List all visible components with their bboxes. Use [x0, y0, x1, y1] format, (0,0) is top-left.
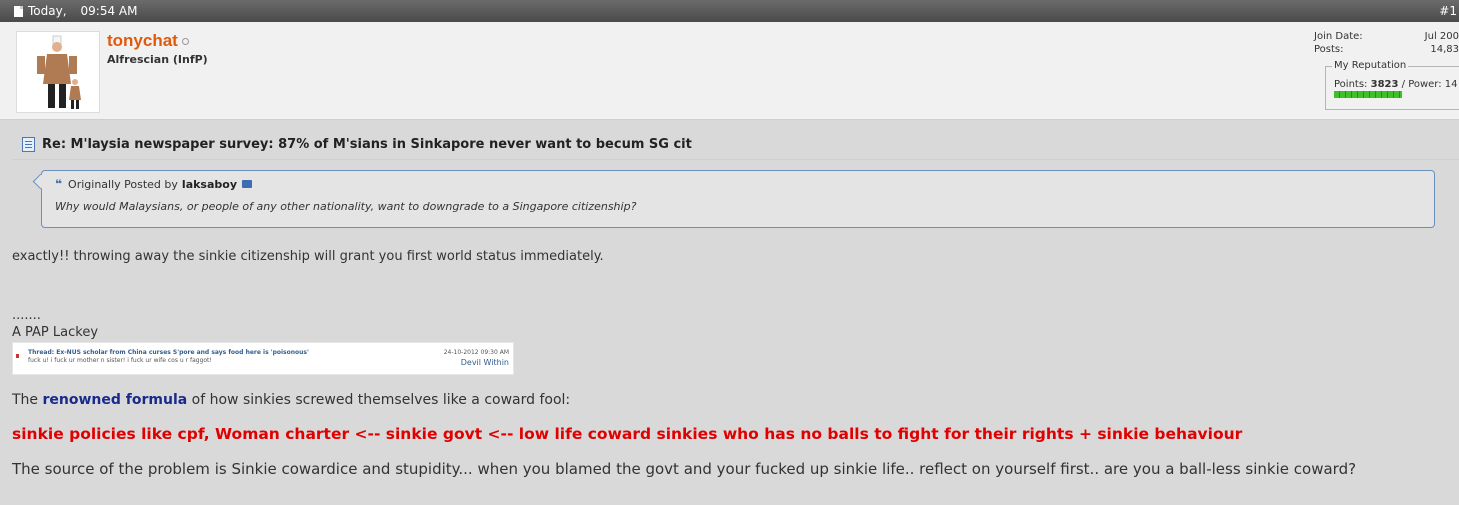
- sig-thread-line: Thread: Ex-NUS scholar from China curses…: [28, 349, 309, 356]
- quote-box: ❝ Originally Posted by laksaboy Why woul…: [41, 170, 1435, 228]
- reputation-bar: [1334, 91, 1402, 98]
- post-icon: [22, 137, 35, 152]
- points-label: Points:: [1334, 79, 1368, 90]
- avatar[interactable]: [16, 31, 100, 113]
- offline-status-icon: [181, 38, 189, 46]
- signature-dots: .......: [12, 308, 41, 323]
- signature-source-text: The source of the problem is Sinkie cowa…: [12, 460, 1357, 478]
- bullet-icon: [16, 354, 19, 358]
- quote-icon: ❝: [55, 177, 63, 191]
- sig-date: 24-10-2012 09:30 AM: [443, 349, 509, 356]
- signature-image: Thread: Ex-NUS scholar from China curses…: [12, 342, 514, 375]
- reputation-legend: My Reputation: [1332, 60, 1409, 71]
- quote-author: laksaboy: [181, 177, 238, 191]
- post-date-label: Today,: [28, 4, 67, 18]
- post-date: Today, 09:54 AM: [14, 4, 138, 18]
- post-title-text: Re: M'laysia newspaper survey: 87% of M'…: [42, 137, 692, 152]
- document-icon: [14, 5, 23, 17]
- post-time: 09:54 AM: [80, 4, 138, 18]
- username[interactable]: tonychat: [107, 31, 189, 51]
- user-title: Alfrescian (InfP): [107, 53, 208, 66]
- quote-text: Why would Malaysians, or people of any o…: [55, 200, 637, 213]
- reputation-box: My Reputation Points: 3823 / Power: 14: [1325, 60, 1459, 110]
- quote-prefix: Originally Posted by: [68, 177, 178, 191]
- join-date-label: Join Date:: [1314, 31, 1363, 42]
- reputation-points: Points: 3823 / Power: 14: [1334, 79, 1458, 90]
- divider: [12, 159, 1459, 160]
- formula-link[interactable]: renowned formula: [43, 392, 188, 408]
- quote-header: ❝ Originally Posted by laksaboy: [55, 177, 253, 191]
- post-header-bar: Today, 09:54 AM #1: [0, 0, 1459, 22]
- username-link[interactable]: tonychat: [107, 31, 178, 50]
- reply-text: exactly!! throwing away the sinkie citiz…: [12, 249, 604, 264]
- posts-value: 14,83: [1430, 44, 1459, 55]
- user-info-bar: tonychat Alfrescian (InfP) Join Date: Jul…: [0, 22, 1459, 120]
- post-title: Re: M'laysia newspaper survey: 87% of M'…: [22, 137, 692, 152]
- sig-user: Devil Within: [460, 358, 509, 367]
- power-label: / Power: 14: [1401, 79, 1458, 90]
- signature-red-text: sinkie policies like cpf, Woman charter …: [12, 425, 1243, 443]
- avatar-image: [17, 32, 99, 112]
- sig-quote-line: fuck u! i fuck ur mother n sister! i fuc…: [28, 357, 212, 364]
- view-post-icon[interactable]: [242, 180, 253, 188]
- user-stats: Join Date: Jul 200 Posts: 14,83: [1314, 31, 1459, 57]
- posts-label: Posts:: [1314, 44, 1344, 55]
- formula-suffix: of how sinkies screwed themselves like a…: [191, 392, 571, 408]
- formula-line: The renowned formula of how sinkies scre…: [12, 392, 570, 408]
- points-value: 3823: [1370, 79, 1399, 90]
- formula-prefix: The: [12, 392, 39, 408]
- post-number-link[interactable]: #1: [1439, 4, 1457, 18]
- join-date-value: Jul 200: [1424, 31, 1459, 42]
- signature-lackey: A PAP Lackey: [12, 325, 99, 340]
